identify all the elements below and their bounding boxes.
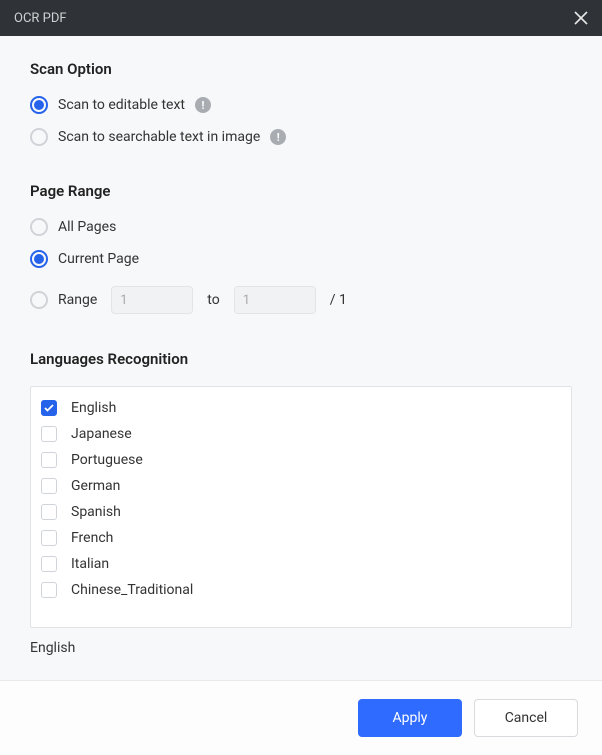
checkbox-icon (41, 556, 57, 572)
language-label: English (71, 400, 116, 416)
radio-current-page[interactable]: Current Page (30, 250, 572, 268)
radio-icon (30, 128, 48, 146)
dialog-footer: Apply Cancel (0, 680, 602, 755)
checkbox-icon (41, 400, 57, 416)
radio-scan-editable[interactable]: Scan to editable text ! (30, 96, 572, 114)
checkbox-icon (41, 582, 57, 598)
window-title: OCR PDF (14, 11, 67, 26)
radio-label: Scan to searchable text in image (58, 129, 260, 145)
checkbox-icon (41, 478, 57, 494)
language-item[interactable]: Chinese_Traditional (31, 577, 571, 603)
range-to-label: to (207, 292, 219, 308)
cancel-button[interactable]: Cancel (474, 699, 578, 737)
radio-range[interactable]: Range to / 1 (30, 286, 572, 314)
language-item[interactable]: English (31, 395, 571, 421)
range-to-input[interactable] (234, 286, 316, 314)
apply-button[interactable]: Apply (358, 699, 462, 737)
dialog-content: Scan Option Scan to editable text ! Scan… (0, 36, 602, 680)
radio-icon (30, 250, 48, 268)
language-item[interactable]: German (31, 473, 571, 499)
language-label: German (71, 478, 120, 494)
range-total-pages: / 1 (330, 292, 347, 308)
checkbox-icon (41, 530, 57, 546)
titlebar: OCR PDF (0, 0, 602, 36)
radio-icon (30, 218, 48, 236)
language-item[interactable]: French (31, 525, 571, 551)
range-from-input[interactable] (111, 286, 193, 314)
language-label: Portuguese (71, 452, 143, 468)
radio-icon (30, 291, 48, 309)
language-label: Spanish (71, 504, 121, 520)
selected-languages-summary: English (30, 640, 572, 656)
page-range-heading: Page Range (30, 182, 572, 200)
language-item[interactable]: Portuguese (31, 447, 571, 473)
language-item[interactable]: Spanish (31, 499, 571, 525)
languages-heading: Languages Recognition (30, 350, 572, 368)
language-label: French (71, 530, 113, 546)
language-label: Italian (71, 556, 109, 572)
close-icon[interactable] (574, 11, 588, 25)
language-label: Chinese_Traditional (71, 582, 193, 598)
info-icon[interactable]: ! (195, 97, 211, 113)
checkbox-icon (41, 452, 57, 468)
scan-option-heading: Scan Option (30, 60, 572, 78)
radio-scan-searchable[interactable]: Scan to searchable text in image ! (30, 128, 572, 146)
language-item[interactable]: Italian (31, 551, 571, 577)
radio-label: Current Page (58, 251, 139, 267)
radio-all-pages[interactable]: All Pages (30, 218, 572, 236)
checkbox-icon (41, 426, 57, 442)
languages-list[interactable]: English Japanese Portuguese German Spanish Fr… (30, 386, 572, 628)
radio-icon (30, 96, 48, 114)
language-label: Japanese (71, 426, 132, 442)
language-item[interactable]: Japanese (31, 421, 571, 447)
radio-label: All Pages (58, 219, 116, 235)
radio-label: Scan to editable text (58, 97, 185, 113)
info-icon[interactable]: ! (270, 129, 286, 145)
checkbox-icon (41, 504, 57, 520)
radio-label: Range (58, 292, 97, 308)
